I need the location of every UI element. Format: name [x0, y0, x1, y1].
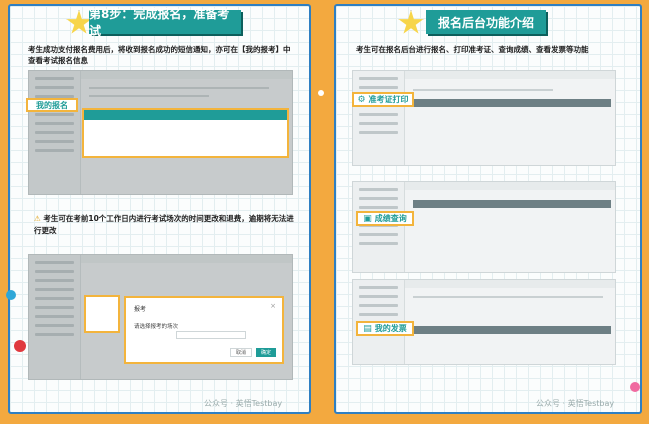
feature-admission-ticket[interactable]: ⚙ 准考证打印	[352, 92, 414, 107]
my-registration-callout[interactable]: 我的报名	[26, 98, 78, 112]
decor-heart-icon	[14, 340, 26, 352]
screenshot-score-query	[352, 181, 616, 273]
cancel-button[interactable]: 取消	[230, 348, 252, 357]
gear-icon: ⚙	[357, 94, 366, 105]
left-panel-title: 第8步：完成报名，准备考试	[89, 7, 241, 38]
registration-table	[82, 108, 289, 158]
right-panel-title: 报名后台功能介绍	[426, 10, 546, 34]
right-description: 考生可在报名后台进行报名、打印准考证、查询成绩、查看发票等功能	[356, 45, 589, 54]
warning-icon: ⚠	[34, 214, 41, 223]
document-icon: ▣	[363, 213, 372, 224]
reschedule-callout[interactable]	[84, 295, 120, 333]
decor-dot	[630, 382, 640, 392]
watermark-right: 公众号 · 英悟Testbay	[536, 399, 615, 408]
decor-dot	[318, 90, 324, 96]
modal-label: 请选择报考的场次	[134, 324, 179, 330]
left-description: 考生成功支付报名费用后，将收到报名成功的短信通知，亦可在【我的报考】中查看考试报…	[28, 45, 291, 65]
screenshot-admission-ticket	[352, 70, 616, 166]
session-select[interactable]	[176, 331, 246, 339]
feature-invoice[interactable]: ▤ 我的发票	[356, 321, 414, 336]
warning-note: ⚠ 考生可在考前10个工作日内进行考试场次的时间更改和退费，逾期将无法进行更改	[34, 214, 294, 235]
close-icon[interactable]: ×	[270, 302, 276, 310]
watermark-left: 公众号 · 英悟Testbay	[204, 399, 283, 408]
decor-dot	[6, 290, 16, 300]
confirm-button[interactable]: 确定	[256, 348, 276, 357]
feature-score-query[interactable]: ▣ 成绩查询	[356, 211, 414, 226]
invoice-icon: ▤	[363, 323, 372, 334]
modal-title: 报考	[134, 306, 147, 313]
reschedule-modal: 报考 × 请选择报考的场次 取消 确定	[124, 296, 284, 364]
